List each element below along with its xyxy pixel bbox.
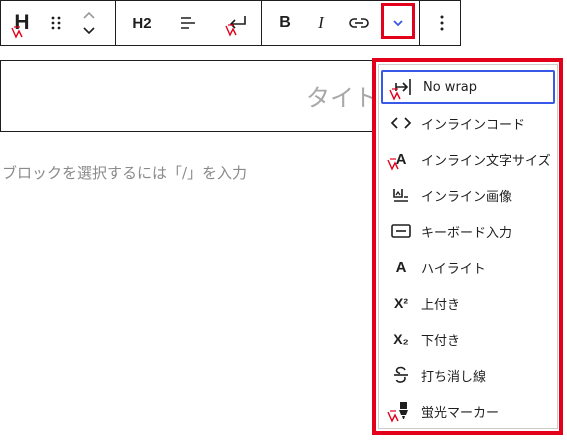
format-dropdown-menu: No wrap インラインコード A インライン文字サイズ インライン画像 キー… (378, 64, 558, 429)
block-options-button[interactable] (429, 1, 455, 45)
menu-item-label: 蛍光マーカー (421, 405, 500, 421)
menu-item-label: 下付き (421, 333, 461, 349)
heading-level-label: H2 (132, 14, 152, 32)
post-title-placeholder: タイト (306, 84, 378, 112)
marker-icon (387, 399, 413, 423)
drag-handle-icon (51, 16, 61, 30)
menu-item-label: キーボード入力 (421, 225, 513, 241)
menu-item-label: No wrap (423, 79, 478, 95)
vertical-ellipsis-icon (440, 15, 444, 31)
menu-item-no-wrap[interactable]: No wrap (381, 70, 555, 104)
bold-button[interactable]: B (271, 1, 299, 45)
annotation-mark-icon (387, 158, 399, 171)
menu-item-label: インライン画像 (421, 189, 513, 205)
annotation-highlight-more-button (381, 3, 415, 39)
menu-item-inline-code[interactable]: インラインコード (381, 106, 555, 140)
strikethrough-icon (389, 363, 413, 387)
annotation-mark-icon (11, 26, 23, 39)
highlight-a-icon: A (395, 258, 407, 276)
block-appender-placeholder[interactable]: ブロックを選択するには「/」を入力 (2, 162, 247, 183)
align-button[interactable] (175, 1, 201, 45)
align-left-icon (181, 17, 195, 29)
code-brackets-icon (389, 111, 413, 135)
up-down-chevron-icon (83, 11, 95, 35)
keyboard-icon (389, 219, 413, 243)
menu-item-label: インライン文字サイズ (421, 153, 551, 169)
heading-level-button[interactable]: H2 (125, 1, 159, 45)
superscript-icon: X² (394, 295, 408, 311)
menu-item-label: 上付き (421, 297, 461, 313)
menu-item-highlight[interactable]: A ハイライト (381, 250, 555, 284)
link-icon (349, 18, 369, 28)
link-button[interactable] (345, 1, 373, 45)
italic-button[interactable]: I (307, 1, 335, 45)
menu-item-superscript[interactable]: X² 上付き (381, 286, 555, 320)
annotation-mark-icon (387, 410, 399, 423)
menu-item-inline-image[interactable]: インライン画像 (381, 178, 555, 212)
subscript-icon: X₂ (393, 331, 409, 347)
bold-label: B (279, 14, 291, 31)
annotation-mark-icon (225, 24, 237, 37)
inline-image-icon (389, 183, 413, 207)
menu-item-label: インラインコード (421, 117, 526, 133)
block-toolbar: H H2 B I (0, 0, 461, 46)
menu-item-strikethrough[interactable]: 打ち消し線 (381, 358, 555, 392)
menu-item-label: 打ち消し線 (421, 369, 487, 385)
font-size-icon: A (387, 147, 413, 171)
menu-item-subscript[interactable]: X₂ 下付き (381, 322, 555, 356)
annotation-mark-icon (389, 88, 401, 101)
menu-item-inline-font-size[interactable]: A インライン文字サイズ (381, 142, 555, 176)
no-wrap-icon (389, 75, 415, 101)
menu-item-keyboard-input[interactable]: キーボード入力 (381, 214, 555, 248)
italic-label: I (318, 13, 324, 32)
menu-item-marker[interactable]: 蛍光マーカー (381, 394, 555, 428)
move-up-down-button[interactable] (77, 1, 101, 45)
menu-item-label: ハイライト (421, 261, 486, 277)
drag-handle[interactable] (45, 1, 67, 45)
